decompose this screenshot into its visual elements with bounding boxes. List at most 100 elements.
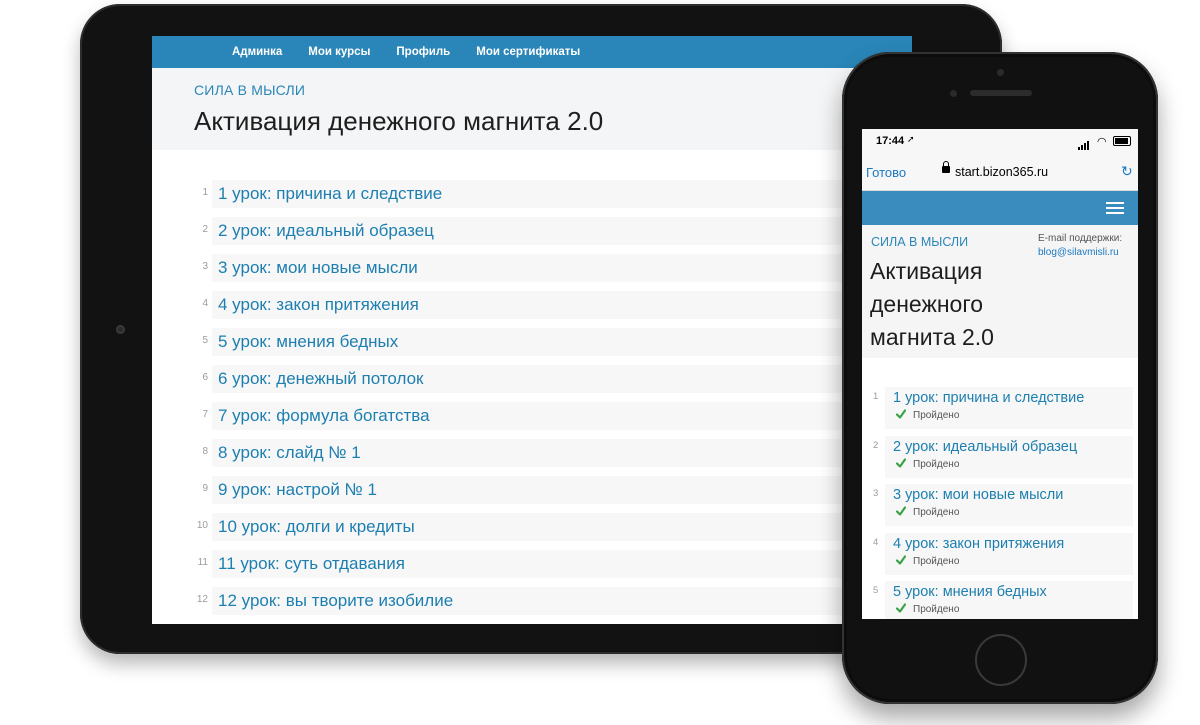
- lesson-title: 2 урок: идеальный образец: [218, 221, 434, 240]
- lesson-row: 10 10 урок: долги и кредиты: [194, 513, 912, 550]
- course-title: Активация денежного магнита 2.0: [870, 258, 994, 350]
- lesson-title: 7 урок: формула богатства: [218, 406, 430, 425]
- lesson-link[interactable]: 5 урок: мнения бедных: [212, 328, 878, 356]
- lesson-link[interactable]: 2 урок: идеальный образец Пройдено: [885, 435, 1133, 478]
- lesson-list: 1 1 урок: причина и следствие 2 2 урок: иде…: [194, 180, 912, 624]
- lesson-status: Пройдено: [913, 410, 960, 421]
- lesson-number: 6: [202, 372, 208, 383]
- lesson-link[interactable]: 11 урок: суть отдавания: [212, 550, 878, 578]
- lesson-number: 3: [873, 488, 879, 499]
- home-button[interactable]: [975, 634, 1027, 686]
- status-time: 17:44: [876, 135, 905, 147]
- reload-icon[interactable]: ↻: [1121, 163, 1133, 180]
- tablet-camera: [116, 325, 125, 334]
- checkmark-icon: [896, 409, 906, 419]
- signal-icon: [1078, 138, 1090, 150]
- lesson-number: 10: [196, 520, 208, 531]
- lesson-status: Пройдено: [913, 555, 960, 567]
- checkmark-icon: [896, 554, 906, 565]
- lesson-number: 2: [202, 224, 208, 235]
- phone-device: 17:44 ➚ ◠ Готово start.bizon365.ru ↻ СИЛ…: [842, 52, 1158, 704]
- lesson-number: 5: [873, 585, 879, 596]
- checkmark-icon: [896, 603, 906, 613]
- lesson-row: 2 2 урок: идеальный образец Пройдено: [871, 435, 1133, 485]
- lesson-link[interactable]: 8 урок: слайд № 1: [212, 439, 878, 467]
- lesson-link[interactable]: 5 урок: мнения бедных Пройдено: [885, 581, 1133, 619]
- lesson-row: 3 3 урок: мои новые мысли Пройдено: [871, 484, 1133, 533]
- lesson-row: 9 9 урок: настрой № 1: [194, 476, 912, 513]
- lesson-number: 1: [873, 391, 879, 402]
- lesson-link[interactable]: 4 урок: закон притяжения Пройдено: [885, 532, 1133, 575]
- lesson-title: 4 урок: закон притяжения: [893, 535, 1065, 552]
- phone-front-camera: [997, 69, 1004, 76]
- lesson-number: 4: [873, 536, 879, 548]
- lesson-link[interactable]: 12 урок: вы творите изобилие: [212, 587, 878, 615]
- hamburger-menu-icon[interactable]: [1106, 202, 1124, 217]
- browser-url[interactable]: start.bizon365.ru: [955, 165, 1048, 179]
- lesson-title: 5 урок: мнения бедных: [893, 584, 1047, 600]
- lesson-number: 7: [202, 409, 208, 420]
- lesson-row: 4 4 урок: закон притяжения Пройдено: [871, 532, 1133, 582]
- lesson-title: 6 урок: денежный потолок: [218, 369, 424, 388]
- lesson-number: 9: [202, 483, 208, 494]
- lesson-status: Пройдено: [913, 507, 960, 518]
- phone-sensor: [950, 90, 957, 97]
- course-title: Активация денежного магнита 2.0: [194, 106, 604, 136]
- lesson-title: 9 урок: настрой № 1: [218, 480, 377, 499]
- phone-speaker: [970, 90, 1032, 96]
- lesson-row: 1 1 урок: причина и следствие Пройдено: [871, 387, 1133, 436]
- nav-link-my-certificates[interactable]: Мои сертификаты: [476, 46, 580, 58]
- lesson-row: 11 11 урок: суть отдавания: [194, 550, 912, 587]
- tablet-screen: Админка Мои курсы Профиль Мои сертификат…: [152, 36, 912, 624]
- lesson-status: Пройдено: [913, 604, 960, 615]
- lesson-title: 5 урок: мнения бедных: [218, 332, 399, 351]
- lesson-row: 5 5 урок: мнения бедных: [194, 328, 912, 365]
- phone-top-nav: [862, 191, 1138, 225]
- lesson-title: 1 урок: причина и следствие: [893, 390, 1085, 406]
- phone-status-bar: 17:44 ➚ ◠: [862, 129, 1138, 153]
- lesson-link[interactable]: 3 урок: мои новые мысли Пройдено: [885, 484, 1133, 526]
- checkmark-icon: [896, 506, 906, 516]
- checkmark-icon: [896, 457, 906, 468]
- lesson-row: 3 3 урок: мои новые мысли: [194, 254, 912, 291]
- support-email-link[interactable]: blog@silavmisli.ru: [1038, 247, 1119, 258]
- lesson-number: 2: [873, 439, 879, 451]
- browser-url-bar: Готово start.bizon365.ru ↻: [862, 153, 1138, 191]
- lesson-row: 6 6 урок: денежный потолок: [194, 365, 912, 402]
- nav-link-admin[interactable]: Админка: [232, 46, 282, 58]
- lesson-link[interactable]: 4 урок: закон притяжения: [212, 291, 878, 319]
- lesson-number: 8: [202, 446, 208, 457]
- lesson-title: 10 урок: долги и кредиты: [218, 517, 415, 536]
- lesson-link[interactable]: 1 урок: причина и следствие Пройдено: [885, 387, 1133, 429]
- lesson-title: 3 урок: мои новые мысли: [893, 487, 1064, 503]
- nav-link-my-courses[interactable]: Мои курсы: [308, 46, 370, 58]
- lesson-link[interactable]: 2 урок: идеальный образец: [212, 217, 878, 245]
- tablet-top-nav: Админка Мои курсы Профиль Мои сертификат…: [152, 36, 912, 68]
- lesson-link[interactable]: 6 урок: денежный потолок: [212, 365, 878, 393]
- course-header: СИЛА В МЫСЛИ Активация денежного магнита…: [152, 68, 912, 150]
- lesson-link[interactable]: 3 урок: мои новые мысли: [212, 254, 878, 282]
- lesson-link[interactable]: 1 урок: причина и следствие: [212, 180, 878, 208]
- location-icon: ➚: [907, 134, 915, 144]
- lesson-number: 5: [202, 335, 208, 346]
- lesson-row: 8 8 урок: слайд № 1: [194, 439, 912, 476]
- lesson-row: 1 1 урок: причина и следствие: [194, 180, 912, 217]
- lock-icon: [942, 161, 950, 173]
- phone-course-header: СИЛА В МЫСЛИ E-mail поддержки: blog@sila…: [862, 225, 1138, 358]
- lesson-title: 12 урок: вы творите изобилие: [218, 591, 454, 610]
- lesson-title: 2 урок: идеальный образец: [893, 438, 1078, 455]
- lesson-link[interactable]: 10 урок: долги и кредиты: [212, 513, 878, 541]
- lesson-link[interactable]: 7 урок: формула богатства: [212, 402, 878, 430]
- lesson-row: 2 2 урок: идеальный образец: [194, 217, 912, 254]
- lesson-row: 5 5 урок: мнения бедных Пройдено: [871, 581, 1133, 619]
- school-brand: СИЛА В МЫСЛИ: [871, 235, 969, 249]
- lesson-number: 12: [196, 594, 208, 605]
- browser-done-button[interactable]: Готово: [866, 165, 906, 180]
- lesson-row: 12 12 урок: вы творите изобилие: [194, 587, 912, 624]
- lesson-link[interactable]: 9 урок: настрой № 1: [212, 476, 878, 504]
- lesson-number: 3: [202, 261, 208, 272]
- nav-link-profile[interactable]: Профиль: [396, 46, 450, 58]
- lesson-status: Пройдено: [913, 458, 960, 470]
- lesson-row: 4 4 урок: закон притяжения: [194, 291, 912, 328]
- lesson-number: 11: [197, 557, 208, 568]
